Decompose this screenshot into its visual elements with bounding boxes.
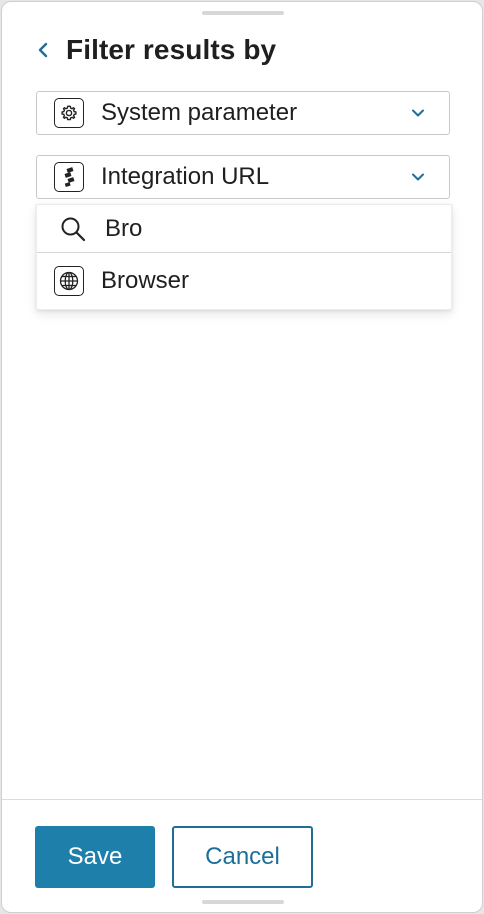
search-input[interactable] (105, 214, 405, 243)
integration-url-dropdown: Browser (36, 204, 452, 310)
back-button[interactable] (32, 39, 54, 61)
globe-icon (54, 266, 84, 296)
chevron-down-icon (411, 108, 425, 118)
integration-icon (54, 162, 84, 192)
dropdown-option-browser[interactable]: Browser (37, 254, 451, 308)
select-label: Integration URL (101, 163, 270, 190)
filter-panel: Filter results by System parameter Integ… (1, 1, 483, 913)
search-icon (59, 215, 87, 243)
gear-icon (54, 98, 84, 128)
panel-footer: Save Cancel (2, 799, 482, 912)
option-label: Browser (101, 267, 190, 294)
system-parameter-select[interactable]: System parameter (36, 91, 450, 135)
integration-url-select[interactable]: Integration URL (36, 155, 450, 199)
dropdown-search (37, 205, 451, 253)
select-label: System parameter (101, 99, 298, 126)
drag-handle-bottom[interactable] (202, 900, 284, 904)
chevron-left-icon (38, 42, 48, 58)
page-title: Filter results by (66, 34, 277, 65)
panel-header: Filter results by (32, 30, 276, 70)
save-button[interactable]: Save (35, 826, 155, 888)
cancel-button[interactable]: Cancel (172, 826, 313, 888)
chevron-down-icon (411, 172, 425, 182)
drag-handle-top[interactable] (202, 11, 284, 15)
